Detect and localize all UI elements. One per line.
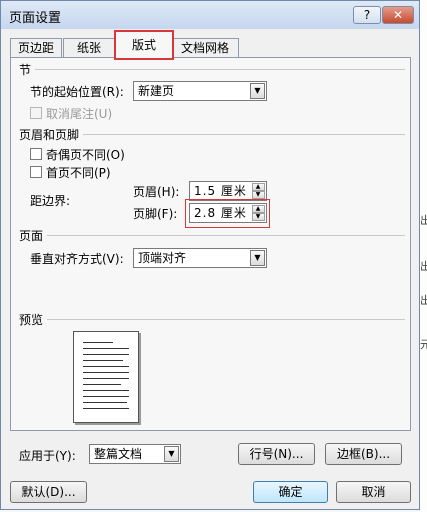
preview-line bbox=[83, 366, 129, 367]
preview-line bbox=[83, 348, 129, 349]
borders-button[interactable]: 边框(B)... bbox=[325, 443, 402, 465]
preview-line bbox=[83, 378, 129, 379]
background-char: 元 bbox=[420, 338, 427, 351]
apply-to-select[interactable]: 整篇文档 ▼ bbox=[89, 444, 181, 464]
line-numbers-button[interactable]: 行号(N)... bbox=[238, 443, 315, 465]
page-setup-dialog: 页面设置 ? ✕ 页边距 纸张 文档网格 版式 节 节的起始位置(R): 新建页… bbox=[0, 0, 420, 510]
close-button[interactable]: ✕ bbox=[382, 6, 414, 24]
background-document bbox=[420, 0, 427, 512]
preview-heading: 预览 bbox=[19, 313, 44, 327]
preview-divider bbox=[47, 319, 405, 320]
vertical-alignment-label: 垂直对齐方式(V): bbox=[30, 252, 124, 266]
spin-up-icon[interactable]: ▲ bbox=[252, 183, 265, 191]
first-page-label: 首页不同(P) bbox=[46, 166, 111, 180]
preview-line bbox=[83, 390, 129, 391]
section-start-value: 新建页 bbox=[138, 84, 175, 98]
spin-down-icon[interactable]: ▼ bbox=[252, 191, 265, 199]
vertical-alignment-select[interactable]: 顶端对齐 ▼ bbox=[133, 248, 267, 268]
highlight-box bbox=[185, 199, 270, 228]
odd-even-checkbox[interactable] bbox=[30, 148, 42, 160]
page-divider bbox=[47, 235, 405, 236]
help-button[interactable]: ? bbox=[353, 6, 381, 24]
apply-to-label: 应用于(Y): bbox=[19, 449, 76, 463]
background-char: 出 bbox=[420, 294, 427, 307]
cancel-button[interactable]: 取消 bbox=[336, 481, 411, 503]
header-distance-label: 页眉(H): bbox=[133, 185, 180, 199]
preview-line bbox=[83, 396, 129, 397]
header-distance-spinner[interactable]: 1.5 厘米 ▲ ▼ bbox=[189, 181, 267, 201]
set-default-button[interactable]: 默认(D)... bbox=[10, 481, 87, 503]
background-char: 出 bbox=[420, 214, 427, 227]
apply-to-value: 整篇文档 bbox=[94, 447, 143, 461]
title-bar: 页面设置 ? ✕ bbox=[1, 1, 419, 29]
preview-line bbox=[83, 372, 129, 373]
section-start-select[interactable]: 新建页 ▼ bbox=[133, 81, 267, 101]
vertical-alignment-value: 顶端对齐 bbox=[138, 251, 187, 265]
section-start-label: 节的起始位置(R): bbox=[30, 85, 124, 99]
suppress-endnotes-checkbox[interactable] bbox=[30, 107, 42, 119]
preview-line bbox=[83, 408, 129, 409]
tab-paper[interactable]: 纸张 bbox=[63, 38, 115, 58]
tab-layout[interactable]: 版式 bbox=[114, 30, 174, 60]
background-char: 出 bbox=[420, 260, 427, 273]
preview-line bbox=[83, 402, 127, 403]
preview-page bbox=[73, 331, 139, 423]
preview-line bbox=[83, 384, 121, 385]
help-icon: ? bbox=[363, 8, 371, 22]
odd-even-label: 奇偶页不同(O) bbox=[46, 148, 125, 162]
section-divider bbox=[35, 69, 405, 70]
suppress-endnotes-label: 取消尾注(U) bbox=[46, 107, 113, 121]
window-title: 页面设置 bbox=[9, 11, 62, 26]
chevron-down-icon[interactable]: ▼ bbox=[164, 446, 179, 462]
close-icon: ✕ bbox=[392, 8, 404, 22]
tab-document-grid[interactable]: 文档网格 bbox=[171, 38, 239, 58]
from-edge-label: 距边界: bbox=[30, 194, 71, 208]
headers-footers-divider bbox=[83, 134, 405, 135]
page-heading: 页面 bbox=[19, 229, 44, 243]
tab-margins[interactable]: 页边距 bbox=[10, 38, 62, 58]
preview-line bbox=[83, 360, 123, 361]
headers-footers-heading: 页眉和页脚 bbox=[19, 128, 80, 142]
footer-distance-label: 页脚(F): bbox=[133, 207, 178, 221]
preview-line bbox=[83, 342, 113, 343]
ok-button[interactable]: 确定 bbox=[253, 481, 328, 503]
first-page-checkbox[interactable] bbox=[30, 166, 42, 178]
chevron-down-icon[interactable]: ▼ bbox=[250, 250, 265, 266]
chevron-down-icon[interactable]: ▼ bbox=[250, 83, 265, 99]
header-distance-value: 1.5 厘米 bbox=[194, 184, 247, 198]
preview-line bbox=[83, 354, 129, 355]
section-heading: 节 bbox=[19, 63, 32, 77]
